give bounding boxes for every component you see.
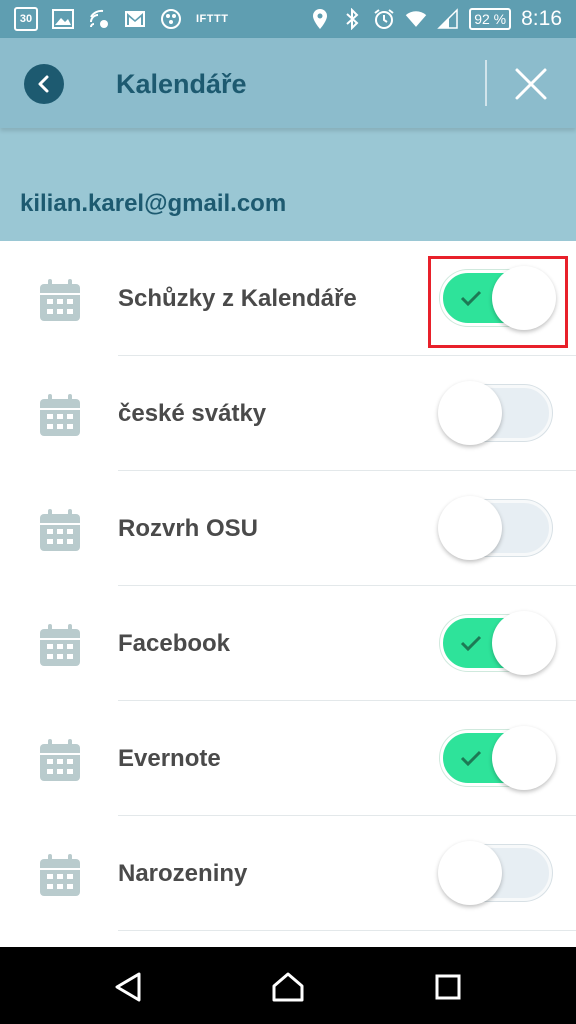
calendar-icon	[40, 509, 80, 551]
check-icon	[460, 635, 482, 652]
cast-icon	[88, 8, 110, 30]
signal-icon	[437, 8, 459, 30]
calendar-label: Schůzky z Kalendáře	[118, 285, 357, 312]
highlight-box	[428, 256, 568, 348]
location-icon	[309, 8, 331, 30]
check-icon	[460, 750, 482, 767]
calendar-date-icon: 30	[14, 7, 38, 31]
back-triangle-icon	[115, 972, 141, 1002]
calendar-toggle[interactable]	[438, 841, 554, 905]
calendar-label: české svátky	[118, 400, 267, 427]
calendar-row[interactable]: Narozeniny	[0, 816, 576, 931]
back-button[interactable]	[24, 64, 64, 104]
image-icon	[52, 8, 74, 30]
battery-icon: 92 %	[469, 8, 512, 30]
ifttt-icon: IFTTT	[196, 13, 229, 25]
account-header: kilian.karel@gmail.com	[0, 128, 576, 241]
gmail-icon	[124, 8, 146, 30]
calendar-row[interactable]: Facebook	[0, 586, 576, 701]
bluetooth-icon	[341, 8, 363, 30]
calendar-icon	[40, 739, 80, 781]
calendar-row[interactable]: Evernote	[0, 701, 576, 816]
toolbar-divider	[485, 60, 487, 106]
calendar-toggle[interactable]	[438, 496, 554, 560]
status-bar: 30 IFTTT 92 % 8:16	[0, 0, 576, 38]
wifi-icon	[405, 8, 427, 30]
calendar-toggle[interactable]	[438, 726, 556, 790]
calendar-label: Rozvrh OSU	[118, 515, 259, 542]
clock-time: 8:16	[521, 7, 562, 30]
nav-home-button[interactable]	[266, 965, 310, 1009]
calendar-toggle[interactable]	[438, 611, 556, 675]
calendar-icon	[40, 279, 80, 321]
page-title: Kalendáře	[116, 69, 247, 99]
app-bar: Kalendáře	[0, 38, 576, 128]
alarm-icon	[373, 8, 395, 30]
account-email: kilian.karel@gmail.com	[20, 190, 287, 217]
close-icon	[515, 68, 547, 100]
calendar-label: Evernote	[118, 745, 221, 772]
recents-icon	[435, 974, 461, 1000]
chevron-left-icon	[38, 75, 49, 93]
calendar-label: Facebook	[118, 630, 231, 657]
calendar-icon	[40, 394, 80, 436]
home-icon	[272, 972, 304, 1002]
navigation-bar	[0, 947, 576, 1024]
app-icon	[160, 8, 182, 30]
close-button[interactable]	[508, 64, 554, 104]
nav-back-button[interactable]	[106, 965, 150, 1009]
calendar-icon	[40, 854, 80, 896]
calendar-label: Narozeniny	[118, 860, 248, 887]
calendar-toggle[interactable]	[438, 381, 554, 445]
calendar-row[interactable]: Rozvrh OSU	[0, 471, 576, 586]
calendar-icon	[40, 624, 80, 666]
calendar-row[interactable]: české svátky	[0, 356, 576, 471]
nav-recents-button[interactable]	[426, 965, 470, 1009]
